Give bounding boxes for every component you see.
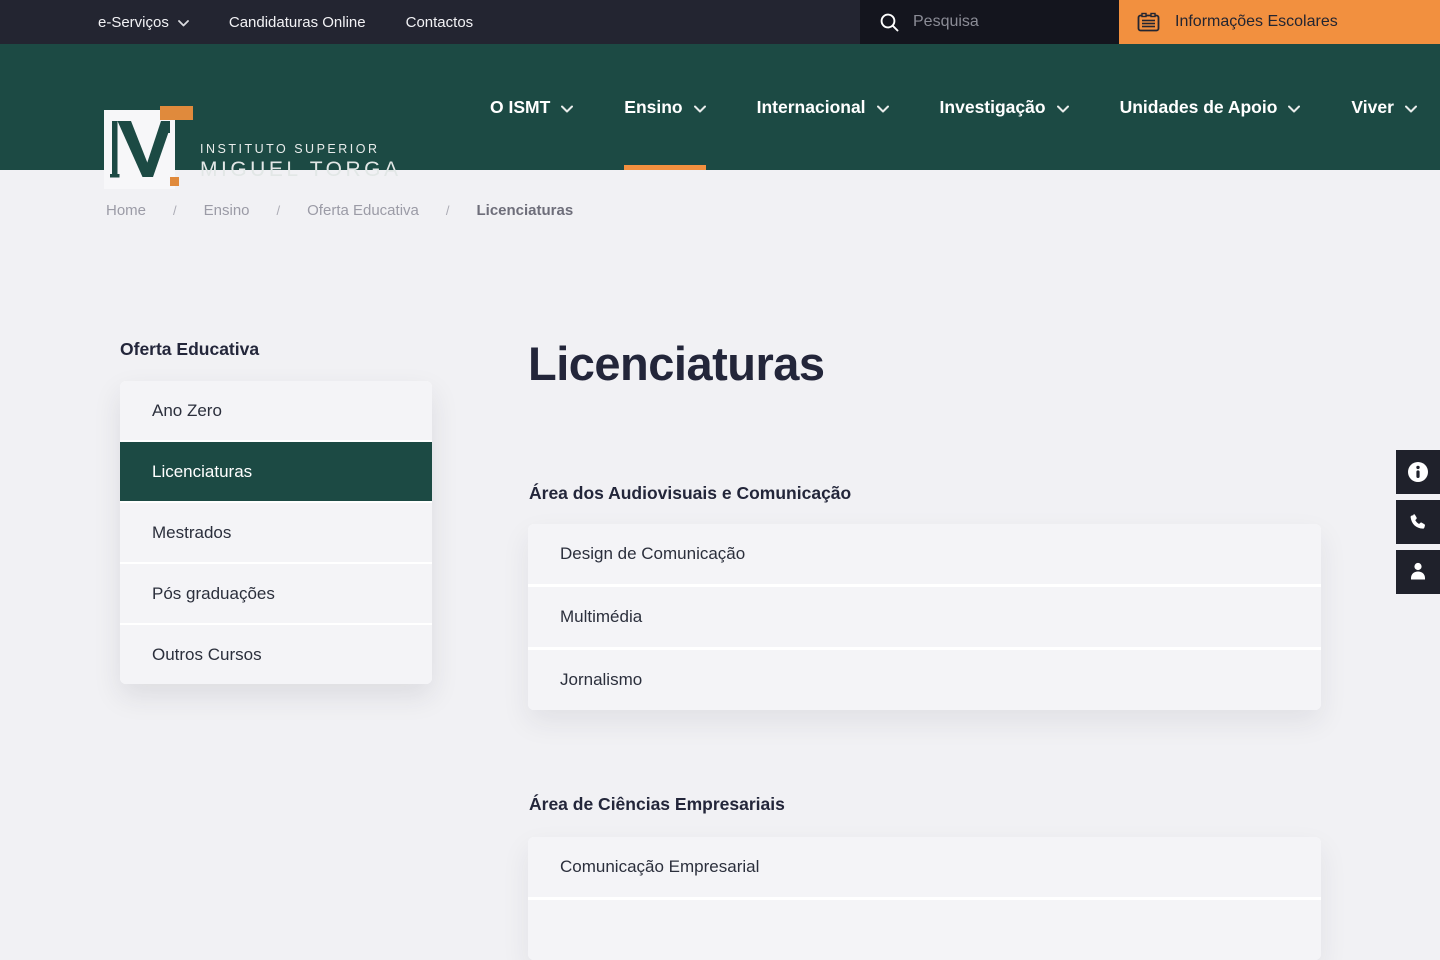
search-input[interactable]	[913, 13, 1083, 31]
topbar-link-contactos[interactable]: Contactos	[406, 14, 474, 31]
chevron-down-icon	[1057, 105, 1069, 113]
topbar-link-label: e-Serviços	[98, 14, 169, 31]
breadcrumb-separator: /	[173, 203, 177, 218]
section-heading-audiovisuais: Área dos Audiovisuais e Comunicação	[529, 483, 851, 504]
nav-label: O ISMT	[490, 97, 550, 118]
nav-label: Internacional	[757, 97, 866, 118]
phone-button[interactable]	[1396, 500, 1440, 544]
informacoes-escolares-button[interactable]: Informações Escolares	[1119, 0, 1440, 44]
topbar-link-label: Contactos	[406, 14, 474, 31]
nav-item-ensino[interactable]: Ensino	[624, 44, 705, 170]
section-heading-ciencias-empresariais: Área de Ciências Empresariais	[529, 794, 785, 815]
logo-line2: MIGUEL TORGA	[200, 158, 401, 182]
ismt-logo-text: INSTITUTO SUPERIOR MIGUEL TORGA	[200, 142, 401, 190]
nav-item-internacional[interactable]: Internacional	[757, 44, 889, 170]
sidebar-item-ano-zero[interactable]: Ano Zero	[120, 381, 432, 440]
course-list-ciencias-empresariais: Comunicação Empresarial	[528, 837, 1321, 960]
nav-item-o-ismt[interactable]: O ISMT	[490, 44, 573, 170]
person-button[interactable]	[1396, 550, 1440, 594]
chevron-down-icon	[1405, 105, 1417, 113]
topbar-link-label: Candidaturas Online	[229, 14, 366, 31]
topbar-links: e-Serviços Candidaturas Online Contactos	[0, 0, 860, 44]
sidebar-item-mestrados[interactable]: Mestrados	[120, 503, 432, 562]
top-utility-bar: e-Serviços Candidaturas Online Contactos	[0, 0, 1440, 44]
topbar-link-eservicos[interactable]: e-Serviços	[98, 14, 189, 31]
search-icon	[879, 12, 900, 33]
breadcrumb: Home / Ensino / Oferta Educativa / Licen…	[106, 202, 573, 219]
course-item-partial[interactable]	[528, 900, 1321, 960]
breadcrumb-separator: /	[446, 203, 450, 218]
chevron-down-icon	[178, 20, 189, 27]
chevron-down-icon	[694, 105, 706, 113]
sidebar-item-outros-cursos[interactable]: Outros Cursos	[120, 625, 432, 684]
nav-label: Investigação	[940, 97, 1046, 118]
chevron-down-icon	[1288, 105, 1300, 113]
ismt-logo-mark-icon	[104, 106, 194, 190]
floating-action-buttons	[1396, 450, 1440, 594]
breadcrumb-separator: /	[277, 203, 281, 218]
nav-label: Ensino	[624, 97, 682, 118]
nav-item-unidades-de-apoio[interactable]: Unidades de Apoio	[1120, 44, 1301, 170]
nav-label: Unidades de Apoio	[1120, 97, 1278, 118]
sidebar-item-pos-graduacoes[interactable]: Pós graduações	[120, 564, 432, 623]
oferta-educativa-menu: Ano Zero Licenciaturas Mestrados Pós gra…	[120, 381, 432, 684]
breadcrumb-current-licenciaturas: Licenciaturas	[477, 202, 574, 219]
course-item-comunicacao-empresarial[interactable]: Comunicação Empresarial	[528, 837, 1321, 897]
info-button[interactable]	[1396, 450, 1440, 494]
person-icon	[1408, 561, 1428, 583]
course-item-jornalismo[interactable]: Jornalismo	[528, 650, 1321, 710]
main-header: INSTITUTO SUPERIOR MIGUEL TORGA O ISMT E…	[0, 44, 1440, 170]
main-nav: O ISMT Ensino Internacional Investigação…	[490, 44, 1417, 170]
logo-line1: INSTITUTO SUPERIOR	[200, 142, 401, 156]
sidebar-item-licenciaturas[interactable]: Licenciaturas	[120, 442, 432, 501]
breadcrumb-home[interactable]: Home	[106, 202, 146, 219]
course-item-design-de-comunicacao[interactable]: Design de Comunicação	[528, 524, 1321, 584]
chevron-down-icon	[877, 105, 889, 113]
nav-item-investigacao[interactable]: Investigação	[940, 44, 1069, 170]
informacoes-escolares-label: Informações Escolares	[1175, 13, 1338, 31]
ismt-logo[interactable]: INSTITUTO SUPERIOR MIGUEL TORGA	[104, 106, 401, 190]
nav-item-viver[interactable]: Viver	[1351, 44, 1417, 170]
phone-icon	[1408, 512, 1428, 532]
search-box[interactable]	[860, 0, 1119, 44]
course-list-audiovisuais: Design de Comunicação Multimédia Jornali…	[528, 524, 1321, 710]
info-icon	[1407, 461, 1429, 483]
sidebar-title: Oferta Educativa	[120, 339, 259, 360]
nav-label: Viver	[1351, 97, 1394, 118]
newspaper-icon	[1137, 12, 1160, 33]
chevron-down-icon	[561, 105, 573, 113]
topbar-link-candidaturas[interactable]: Candidaturas Online	[229, 14, 366, 31]
page-title: Licenciaturas	[528, 336, 825, 391]
breadcrumb-oferta-educativa[interactable]: Oferta Educativa	[307, 202, 419, 219]
course-item-multimedia[interactable]: Multimédia	[528, 587, 1321, 647]
breadcrumb-ensino[interactable]: Ensino	[204, 202, 250, 219]
